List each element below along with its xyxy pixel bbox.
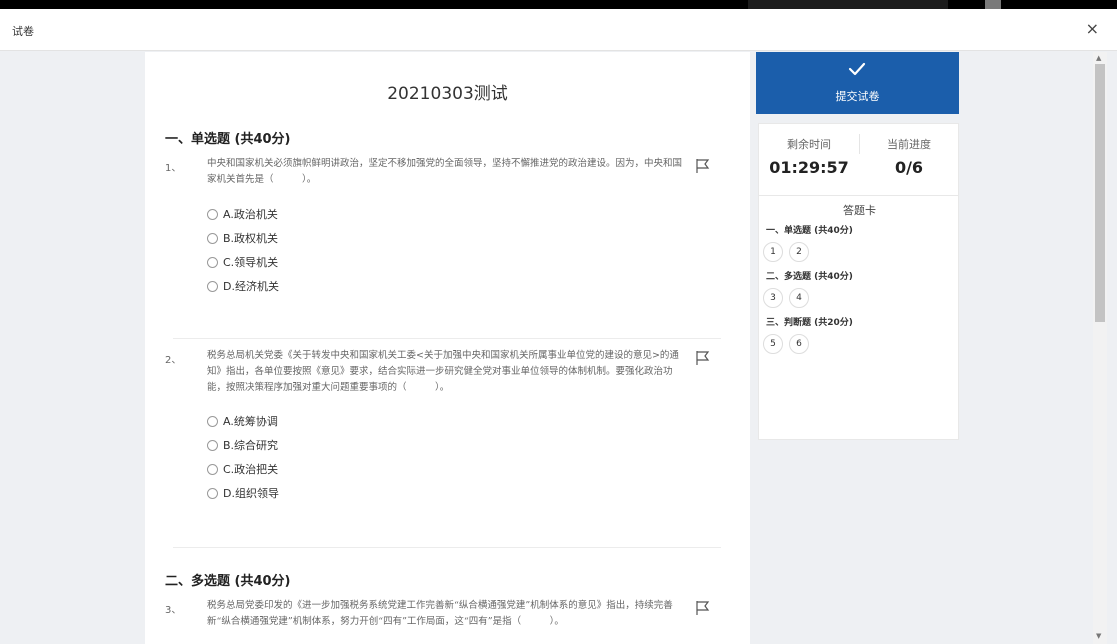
option-label: B.政权机关 xyxy=(223,232,279,245)
option-label: D.组织领导 xyxy=(223,487,279,500)
remaining-time-value: 01:29:57 xyxy=(769,158,849,177)
flag-icon[interactable] xyxy=(695,350,711,366)
question-number: 3、 xyxy=(165,605,182,616)
question-option[interactable]: D.组织领导 xyxy=(207,485,279,501)
answer-card-section-title: 二、多选题 (共40分) xyxy=(766,272,853,282)
radio-button[interactable] xyxy=(207,208,218,220)
progress-label: 当前进度 xyxy=(887,138,931,151)
flag-icon[interactable] xyxy=(695,600,711,616)
radio-button[interactable] xyxy=(207,463,218,475)
radio-button[interactable] xyxy=(207,439,218,451)
close-icon[interactable]: × xyxy=(1086,19,1099,38)
radio-button[interactable] xyxy=(207,415,218,427)
question-text: 中央和国家机关必须旗帜鲜明讲政治，坚定不移加强党的全面领导，坚持不懈推进党的政治… xyxy=(207,158,683,185)
answer-card: 答题卡 一、单选题 (共40分) 1 2 二、多选题 (共40分) 3 4 三、… xyxy=(758,195,959,440)
answer-card-section-title: 三、判断题 (共20分) xyxy=(766,318,853,328)
scroll-down-arrow-icon[interactable]: ▼ xyxy=(1096,632,1101,640)
question-option[interactable]: D.经济机关 xyxy=(207,278,279,294)
exam-status-panel: 剩余时间 当前进度 01:29:57 0/6 xyxy=(758,123,959,196)
option-label: C.政治把关 xyxy=(223,463,279,476)
scrollbar-thumb[interactable] xyxy=(1095,64,1105,322)
submit-exam-label: 提交试卷 xyxy=(835,90,880,103)
question-option[interactable]: C.领导机关 xyxy=(207,254,278,270)
flag-icon[interactable] xyxy=(695,158,711,174)
answer-card-section-title: 一、单选题 (共40分) xyxy=(766,226,853,236)
question-option[interactable]: A.政治机关 xyxy=(207,206,278,222)
title-bar: 试卷 × xyxy=(0,9,1117,51)
window-right-edge xyxy=(1107,52,1117,644)
question-text: 税务总局机关党委《关于转发中央和国家机关工委<关于加强中央和国家机关所属事业单位… xyxy=(207,350,679,393)
answer-card-question-button[interactable]: 2 xyxy=(789,242,809,262)
option-label: D.经济机关 xyxy=(223,280,279,293)
stats-divider xyxy=(859,134,860,154)
question-number: 2、 xyxy=(165,355,182,366)
exam-title: 20210303测试 xyxy=(387,84,508,104)
answer-card-question-button[interactable]: 5 xyxy=(763,334,783,354)
check-icon xyxy=(848,62,866,76)
window-title: 试卷 xyxy=(12,25,34,38)
remaining-time-label: 剩余时间 xyxy=(787,138,831,151)
radio-button[interactable] xyxy=(207,487,218,499)
section-title-single-choice: 一、单选题 (共40分) xyxy=(165,132,291,147)
radio-button[interactable] xyxy=(207,256,218,268)
question-number: 1、 xyxy=(165,163,182,174)
answer-card-question-button[interactable]: 1 xyxy=(763,242,783,262)
top-bar-segment xyxy=(748,0,948,9)
question-option[interactable]: C.政治把关 xyxy=(207,461,278,477)
radio-button[interactable] xyxy=(207,232,218,244)
radio-button[interactable] xyxy=(207,280,218,292)
top-bar-segment xyxy=(985,0,1001,9)
option-label: C.领导机关 xyxy=(223,256,279,269)
question-divider xyxy=(173,338,721,339)
scroll-up-arrow-icon[interactable]: ▲ xyxy=(1096,54,1101,62)
question-option[interactable]: B.政权机关 xyxy=(207,230,278,246)
submit-exam-button[interactable]: 提交试卷 xyxy=(756,52,959,114)
question-divider xyxy=(173,547,721,548)
section-title-multi-choice: 二、多选题 (共40分) xyxy=(165,574,291,589)
answer-card-question-button[interactable]: 4 xyxy=(789,288,809,308)
vertical-scrollbar[interactable]: ▲ ▼ xyxy=(1093,52,1107,644)
progress-value: 0/6 xyxy=(894,158,924,177)
answer-card-title: 答题卡 xyxy=(843,204,876,217)
question-text: 税务总局党委印发的《进一步加强税务系统党建工作完善新“纵合横通强党建”机制体系的… xyxy=(207,600,673,627)
option-label: A.统筹协调 xyxy=(223,415,278,428)
os-top-bar xyxy=(0,0,1117,9)
question-option[interactable]: A.统筹协调 xyxy=(207,413,278,429)
question-option[interactable]: B.综合研究 xyxy=(207,437,278,453)
option-label: B.综合研究 xyxy=(223,439,279,452)
answer-card-question-button[interactable]: 6 xyxy=(789,334,809,354)
option-label: A.政治机关 xyxy=(223,208,278,221)
exam-paper: 20210303测试 一、单选题 (共40分) 1、 中央和国家机关必须旗帜鲜明… xyxy=(145,52,750,644)
answer-card-question-button[interactable]: 3 xyxy=(763,288,783,308)
exam-window: 试卷 × 20210303测试 一、单选题 (共40分) 1、 中央和国家机关必… xyxy=(0,9,1117,644)
